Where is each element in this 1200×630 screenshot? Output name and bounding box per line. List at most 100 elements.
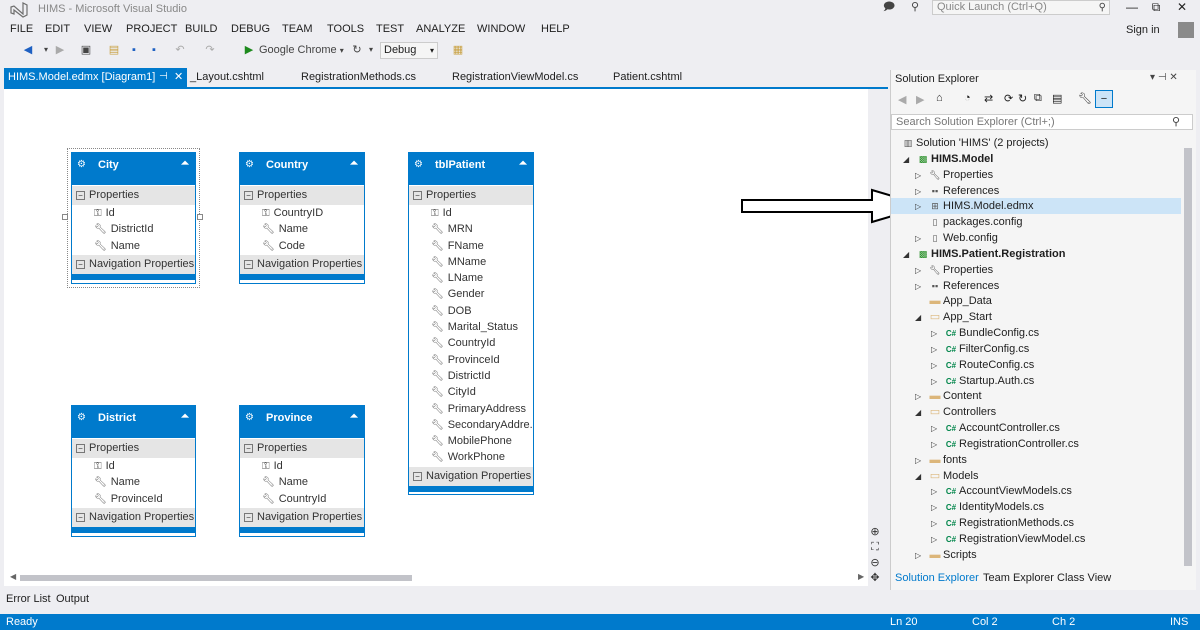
home-icon[interactable]: ⌂ bbox=[936, 92, 943, 104]
collapse-all-icon[interactable]: ⧉ bbox=[1034, 92, 1042, 105]
collapsed-icon[interactable]: ▷ bbox=[915, 263, 927, 279]
navigation-properties-section[interactable]: − Navigation Properties bbox=[409, 465, 533, 486]
refresh-icon[interactable]: ↻ bbox=[1018, 92, 1027, 105]
collapse-box-icon[interactable]: − bbox=[413, 471, 422, 481]
new-project-icon[interactable]: ▣ bbox=[78, 42, 94, 58]
navigation-properties-section[interactable]: − Navigation Properties bbox=[72, 253, 195, 274]
tree-file-routeconfig[interactable]: ▷ C# RouteConfig.cs bbox=[931, 357, 1034, 373]
forward-icon[interactable]: ▶ bbox=[52, 42, 68, 58]
collapse-box-icon[interactable]: − bbox=[76, 259, 85, 269]
entity-property[interactable]: 🔧︎ Marital_Status bbox=[409, 319, 533, 335]
tree-web-config[interactable]: ▷ ▯ Web.config bbox=[915, 230, 998, 246]
menu-edit[interactable]: EDIT bbox=[45, 23, 70, 35]
close-tab-icon[interactable]: ✕ bbox=[174, 70, 183, 83]
menu-file[interactable]: FILE bbox=[10, 23, 33, 35]
entity-property[interactable]: 🔧︎ MobilePhone bbox=[409, 433, 533, 449]
tab-solution-explorer[interactable]: Solution Explorer bbox=[895, 572, 979, 584]
tree-folder-controllers[interactable]: ◢ ▭ Controllers bbox=[915, 404, 996, 420]
entity-property[interactable]: 🔧︎ Gender bbox=[409, 286, 533, 302]
collapse-box-icon[interactable]: − bbox=[244, 259, 253, 269]
entity-key-property[interactable]: ⚿ Id bbox=[72, 205, 195, 221]
entity-property[interactable]: 🔧︎ Name bbox=[240, 474, 364, 490]
dropdown-icon[interactable]: ▾ bbox=[366, 42, 376, 58]
properties-section[interactable]: − Properties bbox=[409, 185, 533, 205]
save-icon[interactable]: ▪ bbox=[126, 42, 142, 58]
entity-property[interactable]: 🔧︎ DistrictId bbox=[72, 221, 195, 237]
solution-config-select[interactable]: Debug ▾ bbox=[380, 42, 438, 59]
tree-file-account-view-models[interactable]: ▷ C# AccountViewModels.cs bbox=[931, 483, 1072, 499]
entity-header[interactable]: ⚙ Province ⏶ bbox=[240, 406, 364, 438]
collapse-icon[interactable]: ⏶ bbox=[519, 158, 527, 169]
feedback-icon[interactable]: 🗩 bbox=[880, 0, 898, 16]
collapsed-icon[interactable]: ▷ bbox=[915, 389, 927, 405]
expanded-icon[interactable]: ◢ bbox=[915, 310, 927, 326]
properties-section[interactable]: − Properties bbox=[72, 185, 195, 205]
menu-view[interactable]: VIEW bbox=[84, 23, 112, 35]
entity-district[interactable]: ⚙ District ⏶ − Properties ⚿ Id 🔧︎ Name 🔧︎ Prov… bbox=[71, 405, 196, 537]
resize-handle-right[interactable] bbox=[197, 214, 203, 220]
tree-references[interactable]: ▷ ▪▪ References bbox=[915, 183, 999, 199]
tree-file-filterconfig[interactable]: ▷ C# FilterConfig.cs bbox=[931, 341, 1029, 357]
navigation-properties-section[interactable]: − Navigation Properties bbox=[72, 506, 195, 527]
save-all-icon[interactable]: ▪ bbox=[146, 42, 162, 58]
scroll-right-icon[interactable]: ▶ bbox=[858, 572, 864, 581]
entity-property[interactable]: 🔧︎ Name bbox=[72, 238, 195, 254]
menu-build[interactable]: BUILD bbox=[185, 23, 217, 35]
tree-file-account-controller[interactable]: ▷ C# AccountController.cs bbox=[931, 420, 1060, 436]
tree-project-hims-model[interactable]: ◢ ▩ HIMS.Model bbox=[903, 151, 993, 167]
tab-registration-view-model[interactable]: RegistrationViewModel.cs bbox=[452, 71, 578, 83]
collapsed-icon[interactable]: ▷ bbox=[931, 516, 943, 532]
tab-layout-cshtml[interactable]: _Layout.cshtml bbox=[190, 71, 264, 83]
entity-property[interactable]: 🔧︎ FName bbox=[409, 238, 533, 254]
tree-file-registration-methods[interactable]: ▷ C# RegistrationMethods.cs bbox=[931, 515, 1074, 531]
menu-tools[interactable]: TOOLS bbox=[327, 23, 364, 35]
tab-patient-cshtml[interactable]: Patient.cshtml bbox=[613, 71, 682, 83]
filter-icon[interactable]: ⚲ bbox=[906, 0, 924, 16]
open-file-icon[interactable]: ▤ bbox=[106, 42, 122, 58]
start-debug-icon[interactable]: ▶ bbox=[242, 42, 256, 58]
redo-icon[interactable]: ↷ bbox=[202, 42, 218, 58]
browser-selector[interactable]: Google Chrome ▾ bbox=[259, 42, 349, 58]
expanded-icon[interactable]: ◢ bbox=[915, 405, 927, 421]
tree-properties[interactable]: ▷ 🔧︎ Properties bbox=[915, 262, 993, 278]
properties-section[interactable]: − Properties bbox=[72, 438, 195, 458]
menu-team[interactable]: TEAM bbox=[282, 23, 313, 35]
zoom-in-icon[interactable]: ⊕ bbox=[868, 525, 882, 539]
collapsed-icon[interactable]: ▷ bbox=[931, 342, 943, 358]
tree-references[interactable]: ▷ ▪▪ References bbox=[915, 278, 999, 294]
collapse-box-icon[interactable]: − bbox=[76, 191, 85, 200]
menu-debug[interactable]: DEBUG bbox=[231, 23, 270, 35]
tree-folder-app-start[interactable]: ◢ ▭ App_Start bbox=[915, 309, 992, 325]
preview-selected-icon[interactable]: − bbox=[1095, 90, 1113, 108]
tree-folder-content[interactable]: ▷ ▬ Content bbox=[915, 388, 982, 404]
show-all-files-icon[interactable]: ▤ bbox=[1052, 92, 1062, 105]
collapse-icon[interactable]: ⏶ bbox=[181, 411, 189, 422]
collapsed-icon[interactable]: ▷ bbox=[931, 500, 943, 516]
entity-header[interactable]: ⚙ City ⏶ bbox=[72, 153, 195, 185]
scroll-left-icon[interactable]: ◀ bbox=[10, 572, 16, 581]
tree-file-registration-view-model[interactable]: ▷ C# RegistrationViewModel.cs bbox=[931, 531, 1085, 547]
undo-icon[interactable]: ↶ bbox=[172, 42, 188, 58]
dropdown-icon[interactable]: ▾ bbox=[1150, 72, 1155, 83]
back-icon[interactable]: ◀ bbox=[20, 42, 36, 58]
entity-key-property[interactable]: ⚿ Id bbox=[240, 458, 364, 474]
tree-properties[interactable]: ▷ 🔧︎ Properties bbox=[915, 167, 993, 183]
tree-folder-app-data[interactable]: ▬ App_Data bbox=[927, 293, 992, 309]
restore-button[interactable]: ⧉ bbox=[1142, 0, 1170, 16]
collapsed-icon[interactable]: ▷ bbox=[915, 231, 927, 247]
collapsed-icon[interactable]: ▷ bbox=[931, 358, 943, 374]
pending-changes-icon[interactable]: ⇄ bbox=[984, 92, 993, 105]
dropdown-icon[interactable]: ▾ bbox=[40, 42, 52, 58]
entity-header[interactable]: ⚙ Country ⏶ bbox=[240, 153, 364, 185]
properties-section[interactable]: − Properties bbox=[240, 438, 364, 458]
back-icon[interactable]: ◀ bbox=[898, 93, 906, 106]
collapse-box-icon[interactable]: − bbox=[413, 191, 422, 200]
collapse-box-icon[interactable]: − bbox=[244, 512, 253, 522]
entity-header[interactable]: ⚙ District ⏶ bbox=[72, 406, 195, 438]
tree-project-patient-registration[interactable]: ◢ ▩ HIMS.Patient.Registration bbox=[903, 246, 1065, 262]
entity-property[interactable]: 🔧︎ Name bbox=[72, 474, 195, 490]
history-icon[interactable]: ◔ bbox=[964, 92, 971, 104]
close-icon[interactable]: ✕ bbox=[1169, 72, 1177, 83]
entity-city[interactable]: ⚙ City ⏶ − Properties ⚿ Id 🔧︎ DistrictId 🔧︎ Na… bbox=[71, 152, 196, 284]
collapsed-icon[interactable]: ▷ bbox=[931, 326, 943, 342]
